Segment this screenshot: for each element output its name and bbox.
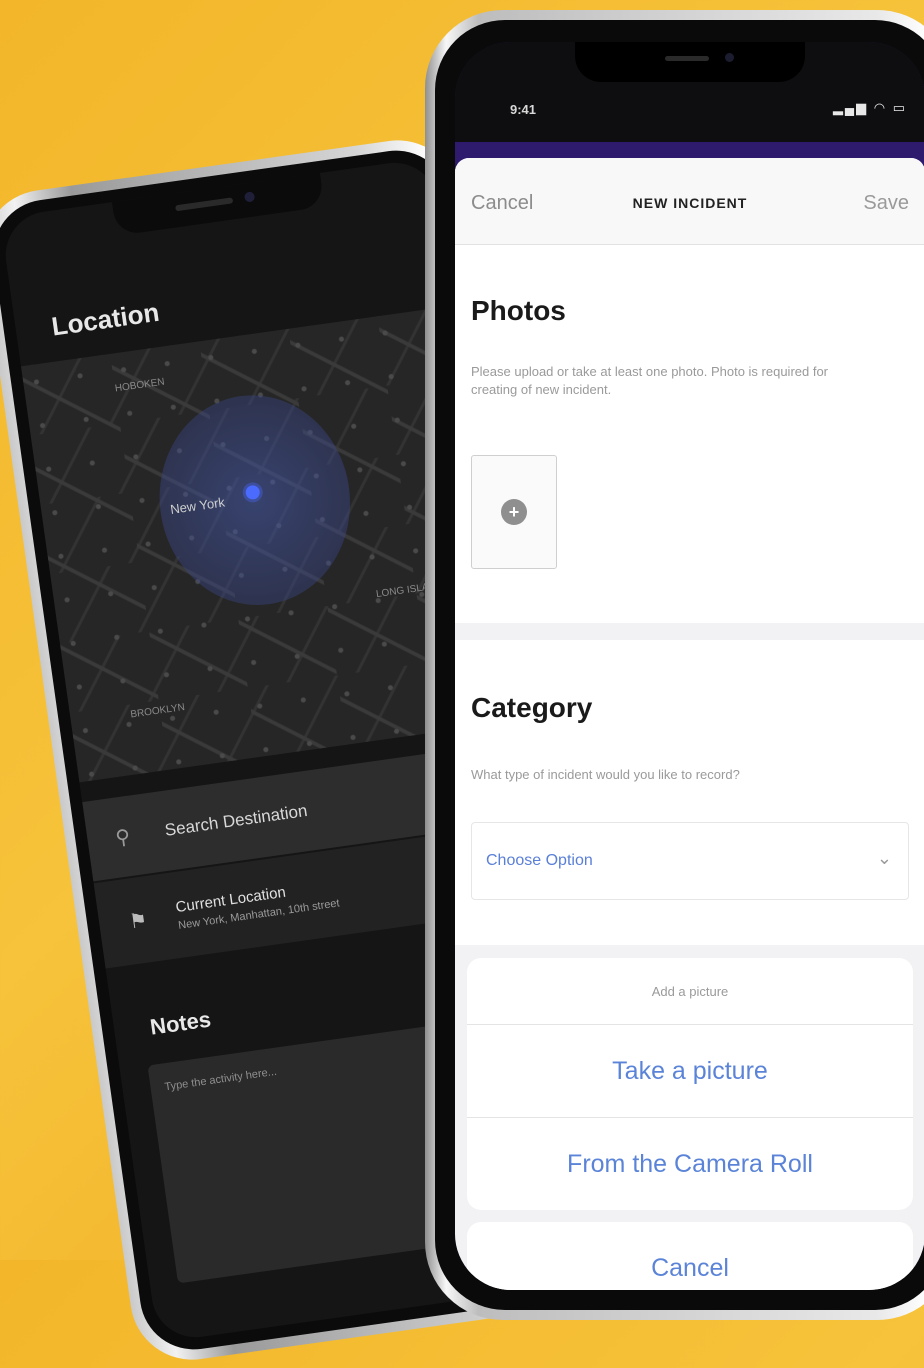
front-camera [725,53,734,62]
status-indicators-icon: ▂▄▆ ◠ ▭ [832,100,907,115]
category-section: Category What type of incident would you… [455,640,924,945]
plus-icon: + [501,499,527,525]
front-camera [243,191,256,203]
photos-title: Photos [471,295,566,326]
speaker-grille [665,56,709,61]
photos-description: Please upload or take at least one photo… [471,364,829,397]
action-sheet-title: Add a picture [467,958,913,1025]
phone-notch [575,42,805,82]
page-title: NEW INCIDENT [632,195,748,211]
front-phone-screen: 9:41 ▂▄▆ ◠ ▭ Cancel NEW INCIDENT Save Ph… [455,42,924,1290]
camera-roll-button[interactable]: From the Camera Roll [467,1118,913,1210]
search-icon: ⚲ [114,825,132,850]
action-sheet-cancel-button[interactable]: Cancel [467,1222,913,1290]
new-incident-sheet: Cancel NEW INCIDENT Save Photos Please u… [455,158,924,1290]
notes-placeholder: Type the activity here... [163,1065,278,1094]
map-label-3: BROOKLYN [129,701,186,721]
search-placeholder: Search Destination [163,800,309,840]
add-photo-button[interactable]: + [471,455,557,569]
location-title: Location [49,296,162,342]
action-sheet-options: Add a picture Take a picture From the Ca… [467,958,913,1210]
front-phone-bezel: 9:41 ▂▄▆ ◠ ▭ Cancel NEW INCIDENT Save Ph… [435,20,924,1310]
status-time: 9:41 [510,102,537,117]
take-picture-button[interactable]: Take a picture [467,1025,913,1118]
pin-icon: ⚑ [127,908,149,934]
category-select[interactable]: Choose Option ⌄ [471,822,909,900]
status-bar: 9:41 ▂▄▆ ◠ ▭ [455,42,924,142]
speaker-grille [175,197,234,212]
current-location-text: Current Location New York, Manhattan, 10… [175,876,341,931]
front-phone: 9:41 ▂▄▆ ◠ ▭ Cancel NEW INCIDENT Save Ph… [425,10,924,1320]
action-sheet-cancel-group: Cancel [467,1222,913,1290]
save-button[interactable]: Save [863,192,909,215]
navigation-bar: Cancel NEW INCIDENT Save [455,158,924,245]
chevron-icon: ⌄ [876,848,892,868]
category-question: What type of incident would you like to … [471,767,740,782]
category-select-value: Choose Option [486,852,593,869]
map-label-1: HOBOKEN [114,376,166,395]
photos-section: Photos Please upload or take at least on… [455,245,924,623]
notes-title: Notes [148,1006,213,1040]
category-title: Category [471,692,593,723]
